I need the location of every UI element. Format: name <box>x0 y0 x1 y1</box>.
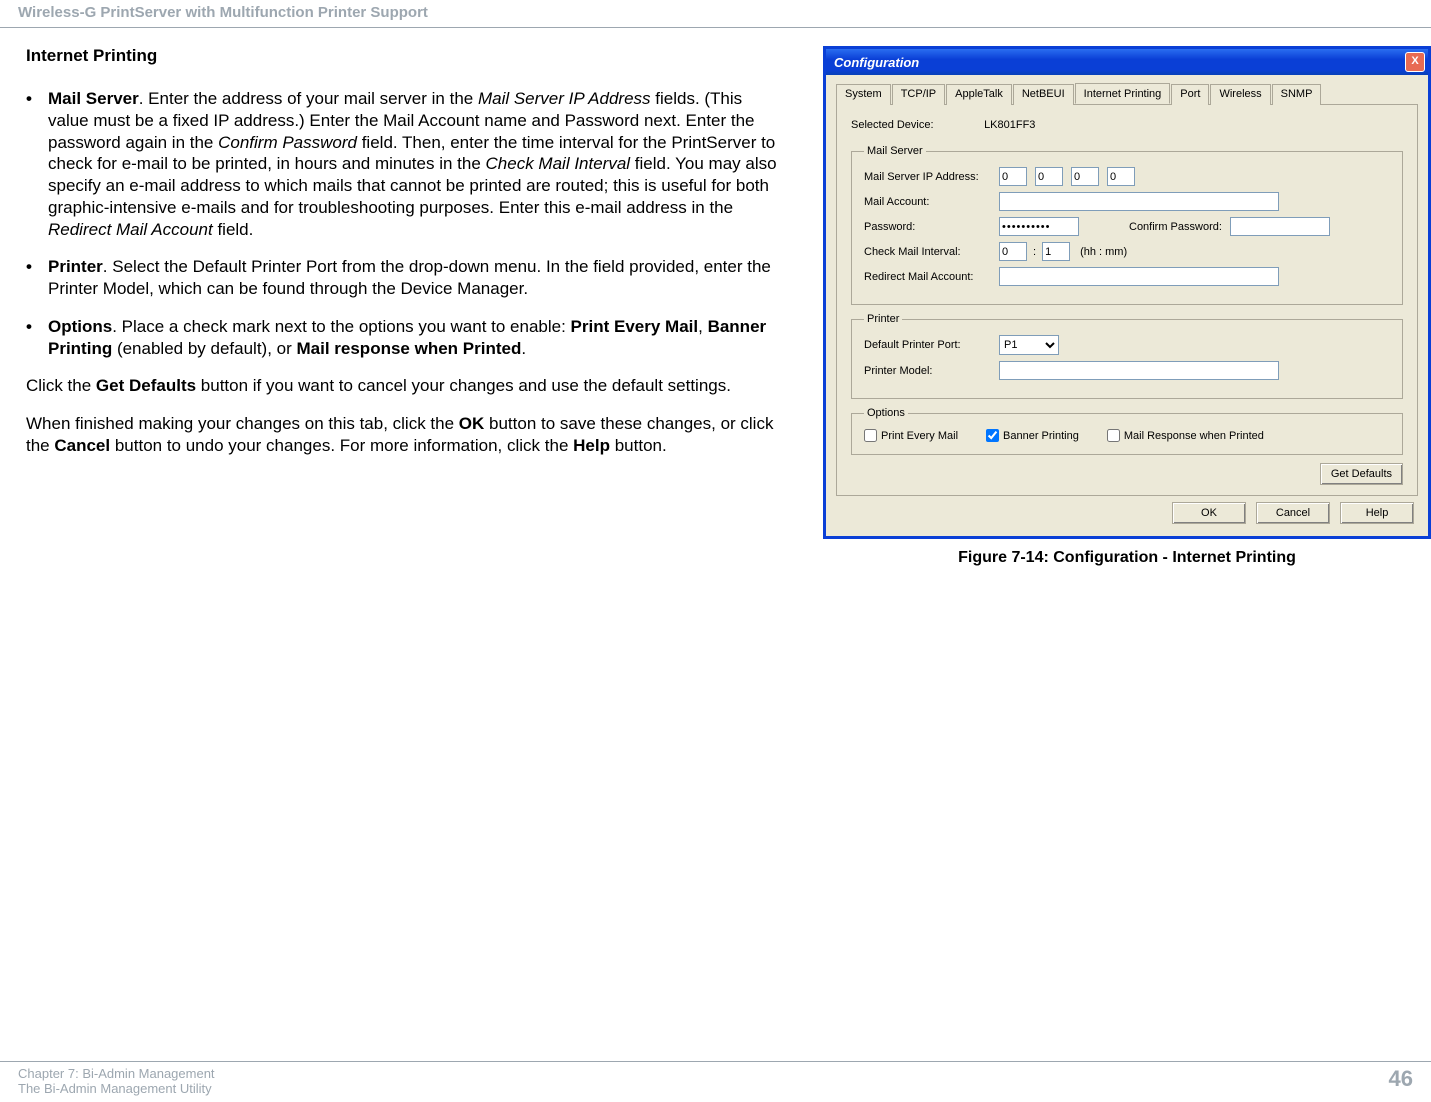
confirm-password-input[interactable] <box>1230 217 1330 236</box>
tab-snmp[interactable]: SNMP <box>1272 84 1322 105</box>
redirect-input[interactable] <box>999 267 1279 286</box>
selected-device-label: Selected Device: <box>851 119 981 131</box>
mail-account-label: Mail Account: <box>864 196 999 208</box>
cancel-button[interactable]: Cancel <box>1256 502 1330 524</box>
bullet-lead: Printer <box>48 257 103 276</box>
paragraph-finish: When finished making your changes on thi… <box>18 413 785 457</box>
ip-octet-4[interactable] <box>1107 167 1135 186</box>
mail-account-input[interactable] <box>999 192 1279 211</box>
printer-model-input[interactable] <box>999 361 1279 380</box>
tab-system[interactable]: System <box>836 84 891 105</box>
ip-octet-1[interactable] <box>999 167 1027 186</box>
tab-content: Selected Device: LK801FF3 Mail Server Ma… <box>836 105 1418 496</box>
ip-octet-2[interactable] <box>1035 167 1063 186</box>
tab-appletalk[interactable]: AppleTalk <box>946 84 1012 105</box>
section-title: Internet Printing <box>18 46 785 66</box>
help-button[interactable]: Help <box>1340 502 1414 524</box>
printer-model-label: Printer Model: <box>864 365 999 377</box>
password-input[interactable] <box>999 217 1079 236</box>
check-interval-label: Check Mail Interval: <box>864 246 999 258</box>
default-port-select[interactable]: P1 <box>999 335 1059 355</box>
page-header: Wireless-G PrintServer with Multifunctio… <box>0 0 1431 28</box>
tab-wireless[interactable]: Wireless <box>1210 84 1270 105</box>
footer-section: The Bi-Admin Management Utility <box>18 1081 215 1096</box>
bullet-lead: Mail Server <box>48 89 139 108</box>
configuration-window: Configuration X System TCP/IP AppleTalk … <box>823 46 1431 539</box>
selected-device-row: Selected Device: LK801FF3 <box>851 119 1403 131</box>
option-print-every-mail[interactable]: Print Every Mail <box>864 429 958 442</box>
ip-octet-3[interactable] <box>1071 167 1099 186</box>
password-label: Password: <box>864 221 999 233</box>
window-titlebar: Configuration X <box>826 49 1428 75</box>
footer-chapter: Chapter 7: Bi-Admin Management <box>18 1066 215 1081</box>
group-legend: Mail Server <box>864 145 926 157</box>
group-options: Options Print Every Mail Banner Printing <box>851 407 1403 455</box>
option-banner-printing[interactable]: Banner Printing <box>986 429 1079 442</box>
interval-hh-input[interactable] <box>999 242 1027 261</box>
bullet-mail-server: Mail Server. Enter the address of your m… <box>26 88 785 240</box>
window-title: Configuration <box>834 55 919 70</box>
option-mail-response[interactable]: Mail Response when Printed <box>1107 429 1264 442</box>
paragraph-get-defaults: Click the Get Defaults button if you wan… <box>18 375 785 397</box>
bullet-options: Options. Place a check mark next to the … <box>26 316 785 360</box>
bullet-lead: Options <box>48 317 112 336</box>
instructions-column: Internet Printing Mail Server. Enter the… <box>18 46 805 567</box>
checkbox-banner-printing[interactable] <box>986 429 999 442</box>
tab-internet-printing[interactable]: Internet Printing <box>1075 83 1171 104</box>
close-icon[interactable]: X <box>1405 52 1425 72</box>
checkbox-mail-response[interactable] <box>1107 429 1120 442</box>
page-footer: Chapter 7: Bi-Admin Management The Bi-Ad… <box>0 1061 1431 1096</box>
interval-mm-input[interactable] <box>1042 242 1070 261</box>
interval-unit-label: (hh : mm) <box>1080 246 1127 258</box>
group-legend: Options <box>864 407 908 419</box>
tab-bar: System TCP/IP AppleTalk NetBEUI Internet… <box>836 83 1418 105</box>
checkbox-print-every-mail[interactable] <box>864 429 877 442</box>
get-defaults-button[interactable]: Get Defaults <box>1320 463 1403 485</box>
confirm-password-label: Confirm Password: <box>1129 221 1222 233</box>
tab-netbeui[interactable]: NetBEUI <box>1013 84 1074 105</box>
figure-caption: Figure 7-14: Configuration - Internet Pr… <box>823 549 1431 567</box>
ip-label: Mail Server IP Address: <box>864 171 999 183</box>
ok-button[interactable]: OK <box>1172 502 1246 524</box>
page-number: 46 <box>1389 1066 1413 1096</box>
redirect-label: Redirect Mail Account: <box>864 271 999 283</box>
tab-tcpip[interactable]: TCP/IP <box>892 84 945 105</box>
dialog-button-row: OK Cancel Help <box>836 496 1418 526</box>
group-mail-server: Mail Server Mail Server IP Address: Mail… <box>851 145 1403 305</box>
tab-port[interactable]: Port <box>1171 84 1209 105</box>
default-port-label: Default Printer Port: <box>864 339 999 351</box>
interval-separator: : <box>1033 246 1036 258</box>
group-legend: Printer <box>864 313 902 325</box>
selected-device-value: LK801FF3 <box>984 119 1035 131</box>
bullet-printer: Printer. Select the Default Printer Port… <box>26 256 785 300</box>
group-printer: Printer Default Printer Port: P1 Printer… <box>851 313 1403 399</box>
